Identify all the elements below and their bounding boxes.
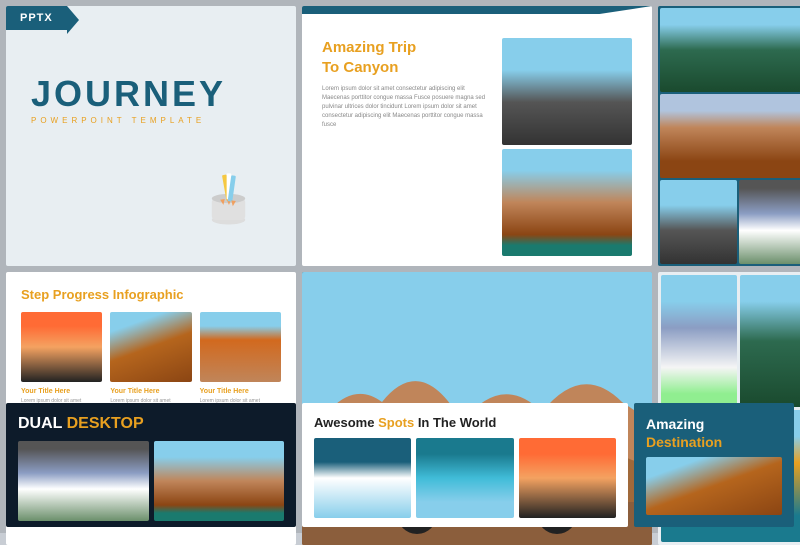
slide-spots: Awesome Spots In The World xyxy=(302,403,628,527)
top-banner xyxy=(302,6,652,14)
journey-subtitle: POWERPOINT TEMPLATE xyxy=(31,116,205,125)
progress-card-title-1: Your Title Here xyxy=(21,388,102,395)
trip-image-canyon xyxy=(502,149,632,256)
dual-img-2 xyxy=(154,441,285,521)
slide-journey: PPTX JOURNEY POWERPOINT TEMPLATE xyxy=(6,6,296,266)
spots-title-suffix: In The World xyxy=(414,415,496,430)
spot-img-3 xyxy=(519,438,616,518)
amazing-title-line2: Destination xyxy=(646,434,722,450)
trip-images xyxy=(502,38,632,256)
progress-title: Step Progress Infographic xyxy=(21,287,281,302)
spots-images xyxy=(314,438,616,518)
slide-photos: PRESENTED BY UNICODE STUDIO xyxy=(658,6,800,266)
dual-images xyxy=(18,441,284,521)
photo-forest xyxy=(660,8,800,92)
progress-title-highlight: Infographic xyxy=(113,287,184,302)
progress-img-2 xyxy=(110,312,191,382)
houses-top-row xyxy=(661,275,800,407)
trip-heading-line2: To Canyon xyxy=(322,59,398,76)
photo-road2 xyxy=(660,180,737,264)
progress-card-title-3: Your Title Here xyxy=(200,388,281,395)
progress-img-3 xyxy=(200,312,281,382)
photo-bridge xyxy=(660,94,800,178)
house-img-1 xyxy=(661,275,737,407)
trip-content: Amazing Trip To Canyon Lorem ipsum dolor… xyxy=(322,38,632,256)
dual-title-plain: DUAL xyxy=(18,415,67,432)
spots-title-highlight: Spots xyxy=(378,415,414,430)
progress-title-plain: Step Progress xyxy=(21,287,113,302)
progress-card-title-2: Your Title Here xyxy=(110,388,191,395)
slide-dual: DUAL DESKTOP xyxy=(6,403,296,527)
photo-row-bottom xyxy=(660,180,800,264)
progress-img-1 xyxy=(21,312,102,382)
spot-img-1 xyxy=(314,438,411,518)
dual-img-1 xyxy=(18,441,149,521)
spot-img-2 xyxy=(416,438,513,518)
trip-text: Amazing Trip To Canyon Lorem ipsum dolor… xyxy=(322,38,490,256)
amazing-title-line1: Amazing xyxy=(646,416,704,432)
trip-heading: Amazing Trip To Canyon xyxy=(322,38,490,77)
slide-amazing: Amazing Destination xyxy=(634,403,794,527)
dual-title: DUAL DESKTOP xyxy=(18,415,284,433)
photo-mountains xyxy=(739,180,800,264)
pptx-badge: PPTX xyxy=(6,6,67,30)
house-img-2 xyxy=(740,275,800,407)
spots-title-plain: Awesome xyxy=(314,415,378,430)
bottom-row: DUAL DESKTOP Awesome Spots In The World … xyxy=(0,403,800,533)
dual-title-highlight: DESKTOP xyxy=(67,415,144,432)
amazing-img xyxy=(646,457,782,515)
journey-title: JOURNEY xyxy=(31,76,226,112)
trip-body: Lorem ipsum dolor sit amet consectetur a… xyxy=(322,85,490,130)
amazing-title: Amazing Destination xyxy=(646,415,782,451)
spots-title: Awesome Spots In The World xyxy=(314,415,616,430)
trip-heading-line1: Amazing Trip xyxy=(322,39,416,56)
slide-trip: Amazing Trip To Canyon Lorem ipsum dolor… xyxy=(302,6,652,266)
pencil-cup-icon xyxy=(196,166,266,236)
trip-image-road xyxy=(502,38,632,145)
